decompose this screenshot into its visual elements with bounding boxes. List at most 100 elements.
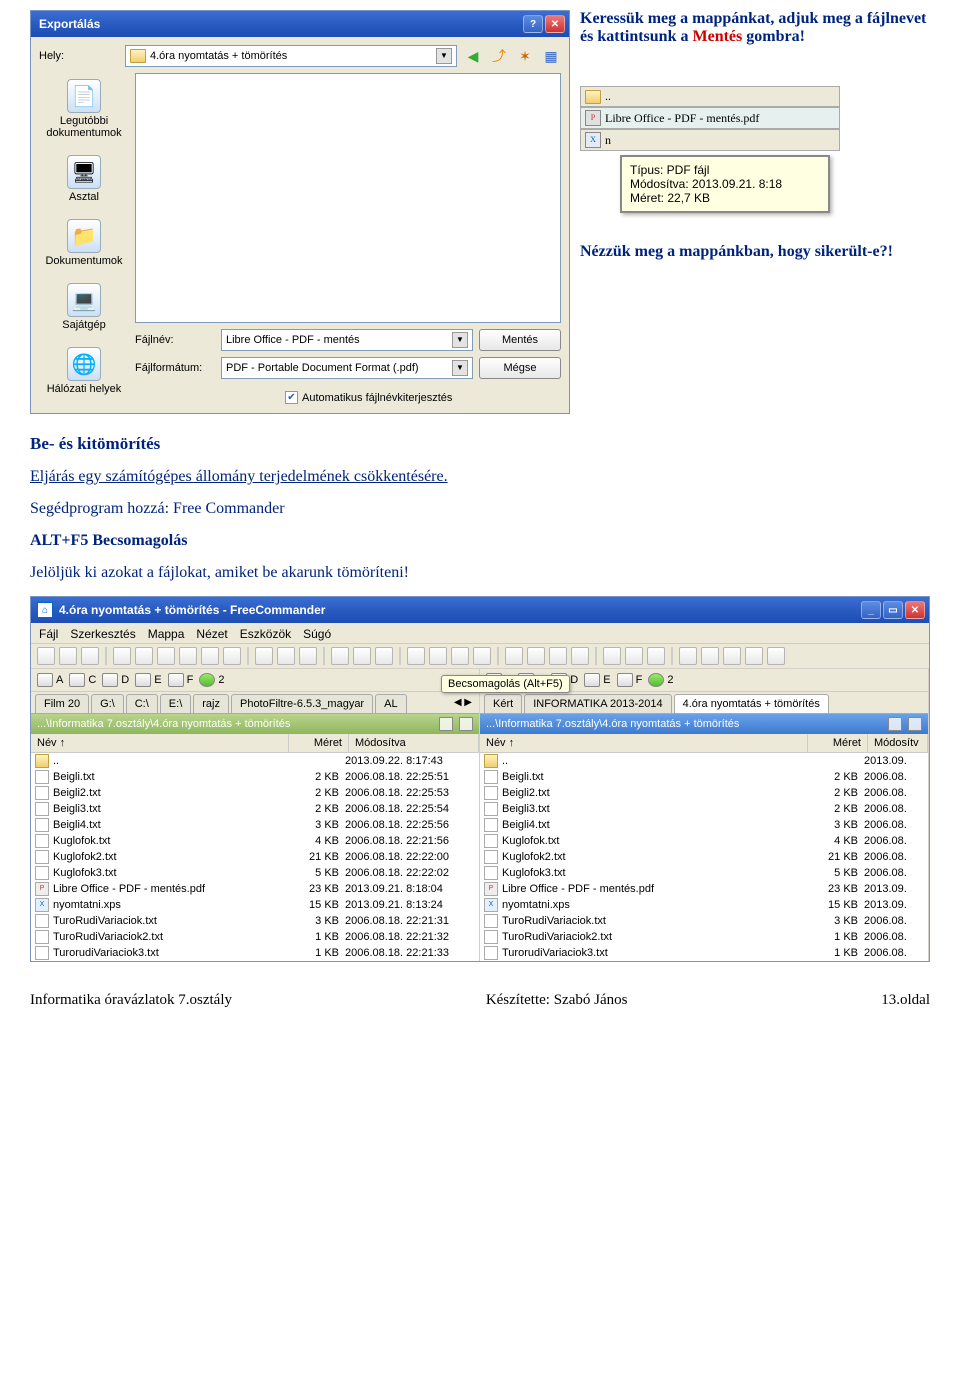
toolbar-icon[interactable]: [277, 647, 295, 665]
drive-F[interactable]: F: [168, 673, 194, 687]
file-row[interactable]: ..2013.09.22. 8:17:43: [31, 753, 479, 769]
pbicon[interactable]: [908, 717, 922, 731]
sidebar-network[interactable]: 🌐Hálózati helyek: [39, 341, 129, 399]
toolbar-icon[interactable]: [701, 647, 719, 665]
toolbar-icon[interactable]: [331, 647, 349, 665]
filelist-left[interactable]: Név ↑ Méret Módosítva ..2013.09.22. 8:17…: [31, 734, 479, 961]
file-row[interactable]: TuroRudiVariaciok.txt3 KB2006.08.18. 22:…: [31, 913, 479, 929]
file-row[interactable]: TuroRudiVariaciok.txt3 KB2006.08.: [480, 913, 928, 929]
file-row[interactable]: ..2013.09.: [480, 753, 928, 769]
toolbar-icon[interactable]: [767, 647, 785, 665]
file-row[interactable]: Beigli4.txt3 KB2006.08.18. 22:25:56: [31, 817, 479, 833]
toolbar-icon[interactable]: [407, 647, 425, 665]
file-row[interactable]: Kuglofok3.txt5 KB2006.08.: [480, 865, 928, 881]
menu-edit[interactable]: Szerkesztés: [70, 627, 135, 641]
close-icon[interactable]: ✕: [905, 601, 925, 619]
file-row[interactable]: Beigli3.txt2 KB2006.08.18. 22:25:54: [31, 801, 479, 817]
chevron-down-icon[interactable]: ▼: [436, 48, 452, 64]
toolbar-icon[interactable]: [647, 647, 665, 665]
tab[interactable]: G:\: [91, 694, 124, 713]
pbicon[interactable]: [459, 717, 473, 731]
format-combo[interactable]: PDF - Portable Document Format (.pdf) ▼: [221, 357, 473, 379]
toolbar-icon[interactable]: [625, 647, 643, 665]
file-row[interactable]: Beigli2.txt2 KB2006.08.: [480, 785, 928, 801]
tab[interactable]: PhotoFiltre-6.5.3_magyar: [231, 694, 373, 713]
file-row[interactable]: PLibre Office - PDF - mentés.pdf23 KB201…: [480, 881, 928, 897]
dialog-titlebar[interactable]: Exportálás ? ✕: [31, 11, 569, 37]
file-row[interactable]: PLibre Office - PDF - mentés.pdf23 KB201…: [31, 881, 479, 897]
menu-help[interactable]: Súgó: [303, 627, 331, 641]
toolbar-icon[interactable]: [201, 647, 219, 665]
toolbar-icon[interactable]: [37, 647, 55, 665]
pathbar-right[interactable]: ...\Informatika 7.osztály\4.óra nyomtatá…: [480, 714, 928, 734]
toolbar-icon[interactable]: [745, 647, 763, 665]
fc-titlebar[interactable]: ⌂ 4.óra nyomtatás + tömörítés - FreeComm…: [31, 597, 929, 623]
pbicon[interactable]: [439, 717, 453, 731]
menu-folder[interactable]: Mappa: [148, 627, 185, 641]
file-row[interactable]: Kuglofok.txt4 KB2006.08.: [480, 833, 928, 849]
toolbar-icon[interactable]: [157, 647, 175, 665]
file-row[interactable]: Kuglofok2.txt21 KB2006.08.18. 22:22:00: [31, 849, 479, 865]
drive-A[interactable]: A: [37, 673, 63, 687]
toolbar-icon[interactable]: [135, 647, 153, 665]
toolbar-icon[interactable]: [81, 647, 99, 665]
file-row[interactable]: TurorudiVariaciok3.txt1 KB2006.08.: [480, 945, 928, 961]
drive-E[interactable]: E: [584, 673, 610, 687]
toolbar-icon[interactable]: [59, 647, 77, 665]
toolbar-icon[interactable]: [473, 647, 491, 665]
file-row[interactable]: Beigli.txt2 KB2006.08.18. 22:25:51: [31, 769, 479, 785]
toolbar-icon[interactable]: [375, 647, 393, 665]
pathbar-left[interactable]: ...\Informatika 7.osztály\4.óra nyomtatá…: [31, 714, 479, 734]
tab[interactable]: Film 20: [35, 694, 89, 713]
sort-icon[interactable]: ↑: [509, 737, 515, 749]
chevron-down-icon[interactable]: ▼: [452, 332, 468, 348]
toolbar-icon[interactable]: [353, 647, 371, 665]
drive-D[interactable]: D: [102, 673, 129, 687]
toolbar-icon[interactable]: [451, 647, 469, 665]
minimize-icon[interactable]: _: [861, 601, 881, 619]
menu-file[interactable]: Fájl: [39, 627, 58, 641]
file-list-area[interactable]: [135, 73, 561, 323]
sidebar-documents[interactable]: 📁Dokumentumok: [39, 213, 129, 271]
toolbar-icon[interactable]: [113, 647, 131, 665]
toolbar-icon[interactable]: [255, 647, 273, 665]
sidebar-computer[interactable]: 💻Sajátgép: [39, 277, 129, 335]
file-row[interactable]: Kuglofok2.txt21 KB2006.08.: [480, 849, 928, 865]
filename-input[interactable]: Libre Office - PDF - mentés ▼: [221, 329, 473, 351]
chevron-down-icon[interactable]: ▼: [452, 360, 468, 376]
drive-E[interactable]: E: [135, 673, 161, 687]
file-row[interactable]: Xnyomtatni.xps15 KB2013.09.21. 8:13:24: [31, 897, 479, 913]
tab[interactable]: INFORMATIKA 2013-2014: [524, 694, 671, 713]
file-row[interactable]: Xnyomtatni.xps15 KB2013.09.: [480, 897, 928, 913]
toolbar-icon[interactable]: [429, 647, 447, 665]
drive-C[interactable]: C: [69, 673, 96, 687]
tab[interactable]: rajz: [193, 694, 229, 713]
toolbar-icon[interactable]: [549, 647, 567, 665]
file-row[interactable]: TuroRudiVariaciok2.txt1 KB2006.08.: [480, 929, 928, 945]
close-icon[interactable]: ✕: [545, 15, 565, 33]
sidebar-recent[interactable]: 📄Legutóbbi dokumentumok: [39, 73, 129, 143]
toolbar-icon[interactable]: [723, 647, 741, 665]
drive-2[interactable]: 2: [199, 673, 224, 687]
newfolder-icon[interactable]: ✶: [515, 46, 535, 66]
file-row[interactable]: Kuglofok.txt4 KB2006.08.18. 22:21:56: [31, 833, 479, 849]
tab[interactable]: C:\: [126, 694, 158, 713]
drive-2[interactable]: 2: [648, 673, 673, 687]
menu-view[interactable]: Nézet: [196, 627, 227, 641]
sidebar-desktop[interactable]: 🖥Asztal: [39, 149, 129, 207]
file-row[interactable]: TurorudiVariaciok3.txt1 KB2006.08.18. 22…: [31, 945, 479, 961]
toolbar-icon[interactable]: [527, 647, 545, 665]
toolbar-icon[interactable]: [679, 647, 697, 665]
filelist-right[interactable]: Név ↑ Méret Módosítv ..2013.09.Beigli.tx…: [480, 734, 928, 961]
view-icon[interactable]: ▦: [541, 46, 561, 66]
auto-ext-checkbox[interactable]: ✔ Automatikus fájlnévkiterjesztés: [285, 391, 452, 404]
toolbar-icon[interactable]: [571, 647, 589, 665]
maximize-icon[interactable]: ▭: [883, 601, 903, 619]
file-row[interactable]: Beigli2.txt2 KB2006.08.18. 22:25:53: [31, 785, 479, 801]
sort-icon[interactable]: ↑: [60, 737, 66, 749]
up-icon[interactable]: ⤴: [489, 46, 509, 66]
back-icon[interactable]: ◀: [463, 46, 483, 66]
file-row[interactable]: Kuglofok3.txt5 KB2006.08.18. 22:22:02: [31, 865, 479, 881]
file-row[interactable]: Beigli.txt2 KB2006.08.: [480, 769, 928, 785]
file-row[interactable]: TuroRudiVariaciok2.txt1 KB2006.08.18. 22…: [31, 929, 479, 945]
